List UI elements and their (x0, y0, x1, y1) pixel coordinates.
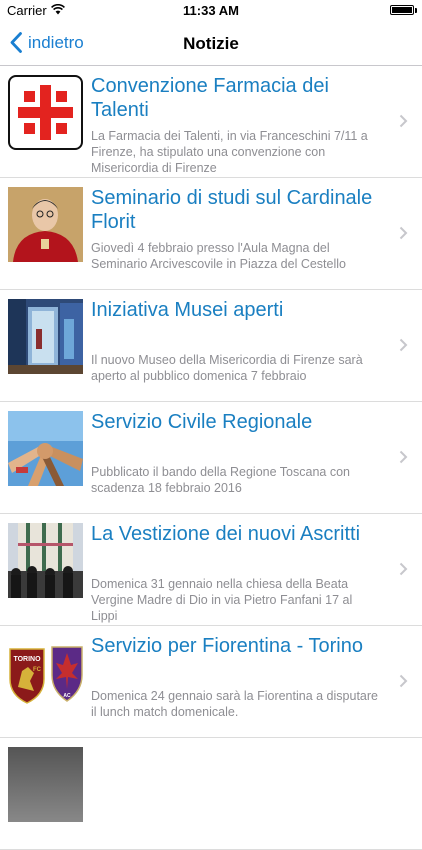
news-summary: Domenica 24 gennaio sarà la Fiorentina a… (91, 689, 378, 719)
chevron-right-icon (399, 114, 408, 128)
news-row[interactable] (0, 738, 422, 850)
battery-tip (415, 8, 417, 13)
status-bar: Carrier 11:33 AM (0, 0, 422, 22)
torino-crest-text: TORINO (13, 656, 41, 663)
news-summary: Giovedì 4 febbraio presso l'Aula Magna d… (91, 241, 346, 271)
page-title: Notizie (183, 34, 239, 53)
news-row[interactable]: Convenzione Farmacia dei Talenti La Farm… (0, 66, 422, 178)
news-title: Seminario di studi sul Cardinale Florit (91, 187, 373, 233)
cathedral-procession-thumbnail (8, 523, 83, 598)
news-row[interactable]: Iniziativa Musei aperti Il nuovo Museo d… (0, 290, 422, 402)
chevron-right-icon (399, 562, 408, 576)
status-time: 11:33 AM (183, 3, 239, 18)
news-title: Servizio Civile Regionale (91, 411, 313, 433)
news-summary: Pubblicato il bando della Regione Toscan… (91, 465, 350, 495)
cardinal-portrait-thumbnail (8, 187, 83, 262)
chevron-right-icon (399, 674, 408, 688)
news-summary: La Farmacia dei Talenti, in via Francesc… (91, 129, 368, 175)
navigation-bar: indietro Notizie (0, 22, 422, 66)
football-crests-thumbnail: TORINO FC AC (8, 635, 83, 710)
news-row[interactable]: TORINO FC AC Servizio per Fiorentina - T… (0, 626, 422, 738)
news-title: La Vestizione dei nuovi Ascritti (91, 523, 361, 545)
news-row[interactable]: Servizio Civile Regionale Pubblicato il … (0, 402, 422, 514)
chevron-right-icon (399, 450, 408, 464)
news-summary: Il nuovo Museo della Misericordia di Fir… (91, 353, 363, 383)
news-title: Servizio per Fiorentina - Torino (91, 635, 363, 657)
news-summary: Domenica 31 gennaio nella chiesa della B… (91, 577, 353, 623)
chevron-right-icon (399, 338, 408, 352)
news-row[interactable]: Seminario di studi sul Cardinale Florit … (0, 178, 422, 290)
news-list: Convenzione Farmacia dei Talenti La Farm… (0, 66, 422, 850)
fiorentina-ac-text: AC (63, 693, 71, 699)
chevron-right-icon (399, 226, 408, 240)
torino-fc-text: FC (33, 667, 42, 673)
news-row[interactable]: La Vestizione dei nuovi Ascritti Domenic… (0, 514, 422, 626)
news-thumbnail (8, 747, 83, 822)
news-title: Iniziativa Musei aperti (91, 299, 284, 321)
pharmacy-cross-thumbnail (8, 75, 83, 150)
joined-hands-thumbnail (8, 411, 83, 486)
news-title: Convenzione Farmacia dei Talenti (91, 75, 329, 121)
battery-icon (390, 5, 414, 15)
museum-doorway-thumbnail (8, 299, 83, 374)
